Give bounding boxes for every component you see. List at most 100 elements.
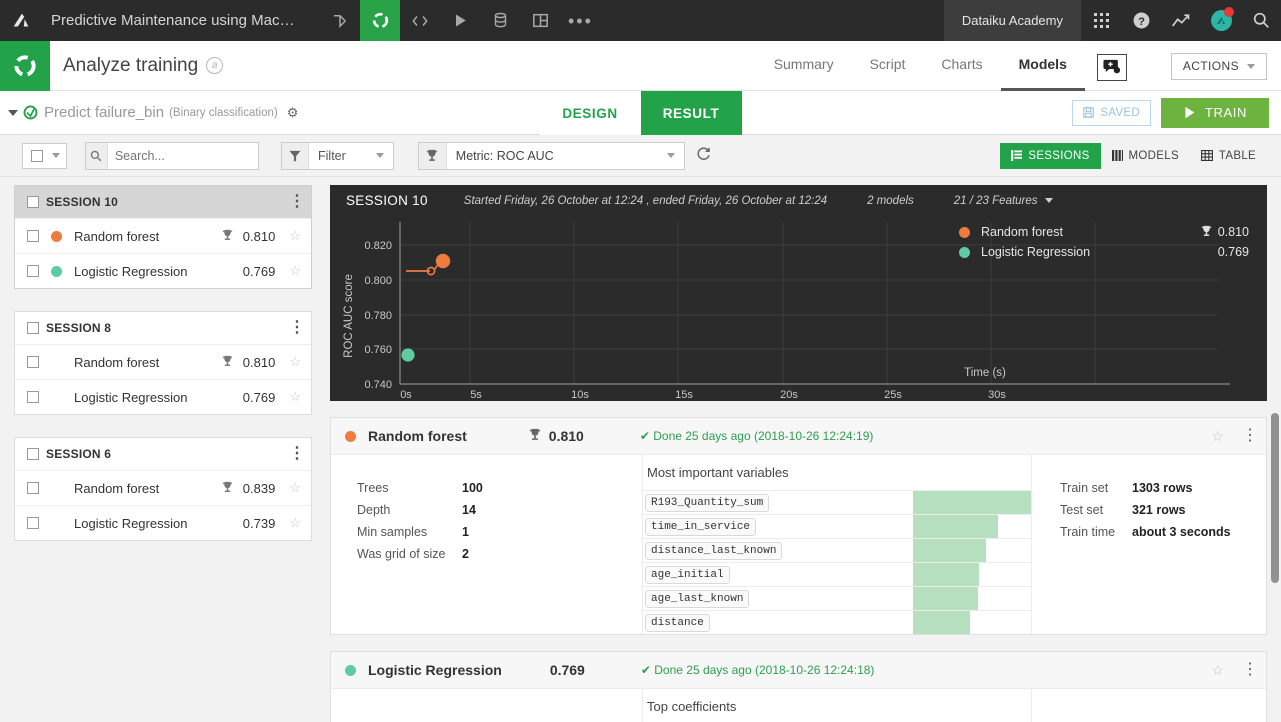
model-score: 0.839 <box>242 480 276 496</box>
session-features-label: 21 / 23 Features <box>953 194 1038 207</box>
star-icon[interactable]: ☆ <box>289 389 301 405</box>
star-icon[interactable]: ☆ <box>1211 428 1224 445</box>
activity-icon[interactable] <box>1161 0 1201 41</box>
model-checkbox[interactable] <box>27 265 39 277</box>
model-card-body: Top coefficients R446_Quantity_sum <box>331 689 1266 722</box>
session-checkbox[interactable] <box>27 196 39 208</box>
star-icon[interactable]: ☆ <box>1211 662 1224 679</box>
star-icon[interactable]: ☆ <box>289 263 301 279</box>
chevron-down-icon[interactable] <box>8 109 18 116</box>
list-item[interactable]: Random forest 0.810 ☆ <box>15 344 311 379</box>
svg-text:0.780: 0.780 <box>364 310 392 322</box>
list-item[interactable]: Logistic Regression 0.739 ☆ <box>15 505 311 540</box>
select-all-checkbox[interactable] <box>31 149 43 162</box>
dashboard-icon[interactable] <box>520 0 560 41</box>
session-detail-panel: SESSION 10 Started Friday, 26 October at… <box>322 177 1281 722</box>
academy-link[interactable]: Dataiku Academy <box>943 0 1081 41</box>
stat-row: Test set 321 rows <box>1060 499 1266 521</box>
model-card: Random forest 0.810 ✔ Done 25 days ago (… <box>330 417 1267 635</box>
search-icon[interactable] <box>1241 0 1281 41</box>
session-header[interactable]: SESSION 8 ⋮ <box>15 312 311 344</box>
list-item[interactable]: Random forest 0.810 ☆ <box>15 218 311 253</box>
lab-icon[interactable] <box>360 0 401 41</box>
saved-button[interactable]: SAVED <box>1072 99 1151 126</box>
help-icon[interactable]: ? <box>1121 0 1161 41</box>
grid-icon <box>1111 150 1123 161</box>
session-checkbox[interactable] <box>27 322 39 334</box>
view-models-button[interactable]: MODELS <box>1100 142 1190 169</box>
model-checkbox[interactable] <box>27 391 39 403</box>
model-card-header[interactable]: Logistic Regression 0.769 ✔ Done 25 days… <box>331 652 1266 689</box>
star-icon[interactable]: ☆ <box>289 228 301 244</box>
flow-icon[interactable] <box>320 0 360 41</box>
model-menu-icon[interactable]: ⋮ <box>1242 428 1258 444</box>
model-task-name[interactable]: Predict failure_bin <box>44 104 164 121</box>
filter-dropdown[interactable]: Filter <box>281 141 394 170</box>
lab-section-icon[interactable] <box>0 40 50 91</box>
model-checkbox[interactable] <box>27 482 39 494</box>
topbar-right-group: Dataiku Academy ? <box>943 0 1281 41</box>
variable-name: time_in_service <box>645 517 757 536</box>
variables-title: Top coefficients <box>647 699 737 714</box>
star-icon[interactable]: ☆ <box>289 515 301 531</box>
legend-item[interactable]: Random forest 0.810 <box>959 222 1249 242</box>
model-menu-icon[interactable]: ⋮ <box>1242 662 1258 678</box>
star-icon[interactable]: ☆ <box>289 480 301 496</box>
tab-charts[interactable]: Charts <box>923 41 1000 91</box>
star-icon[interactable]: ☆ <box>289 354 301 370</box>
session-menu-icon[interactable]: ⋮ <box>289 194 305 210</box>
actions-button[interactable]: ACTIONS <box>1170 52 1267 80</box>
play-icon[interactable] <box>440 0 480 41</box>
dataiku-home-icon[interactable] <box>0 0 41 41</box>
tab-script[interactable]: Script <box>852 41 924 91</box>
project-title[interactable]: Predictive Maintenance using Mac… <box>51 12 294 29</box>
chevron-down-icon <box>1044 198 1053 203</box>
view-table-button[interactable]: TABLE <box>1189 142 1267 169</box>
jobs-icon[interactable] <box>480 0 520 41</box>
model-checkbox[interactable] <box>27 517 39 529</box>
model-score: 0.769 <box>242 389 276 405</box>
model-card-header[interactable]: Random forest 0.810 ✔ Done 25 days ago (… <box>331 418 1266 455</box>
vertical-scrollbar[interactable] <box>1271 413 1279 583</box>
svg-text:10s: 10s <box>571 389 589 401</box>
stat-key: Test set <box>1060 503 1104 517</box>
session-menu-icon[interactable]: ⋮ <box>289 446 305 462</box>
legend-item[interactable]: Logistic Regression 0.769 <box>959 242 1249 262</box>
session-menu-icon[interactable]: ⋮ <box>289 320 305 336</box>
session-dates: Started Friday, 26 October at 12:24 , en… <box>463 194 828 207</box>
param-value: 1 <box>462 525 469 539</box>
param-row: Depth 14 <box>357 499 642 521</box>
gear-icon[interactable]: ⚙ <box>287 105 299 121</box>
info-icon[interactable]: a <box>206 57 224 74</box>
search-box[interactable] <box>85 141 259 170</box>
variable-bar <box>913 539 987 562</box>
tab-models[interactable]: Models <box>1000 41 1085 91</box>
search-icon <box>86 142 108 169</box>
view-sessions-button[interactable]: SESSIONS <box>1000 142 1101 169</box>
param-row: Was grid of size 2 <box>357 543 642 565</box>
session-features-dropdown[interactable]: 21 / 23 Features <box>954 195 1053 207</box>
apps-grid-icon[interactable] <box>1081 0 1121 41</box>
discussions-icon[interactable] <box>1096 53 1127 81</box>
search-input[interactable] <box>107 148 258 163</box>
refresh-icon[interactable] <box>696 146 711 165</box>
train-button[interactable]: TRAIN <box>1161 97 1269 128</box>
list-item[interactable]: Logistic Regression 0.769 ☆ <box>15 379 311 414</box>
avatar[interactable] <box>1201 0 1241 41</box>
top-navigation-bar: Predictive Maintenance using Mac… ••• Da… <box>0 0 1281 41</box>
tab-design[interactable]: DESIGN <box>539 91 641 135</box>
more-icon[interactable]: ••• <box>560 0 600 41</box>
session-header[interactable]: SESSION 10 ⋮ <box>15 186 311 218</box>
svg-text:0.800: 0.800 <box>364 275 392 287</box>
model-checkbox[interactable] <box>27 356 39 368</box>
session-header[interactable]: SESSION 6 ⋮ <box>15 438 311 470</box>
select-all-dropdown[interactable] <box>22 142 67 169</box>
list-item[interactable]: Random forest 0.839 ☆ <box>15 470 311 505</box>
tab-result[interactable]: RESULT <box>640 91 742 135</box>
tab-summary[interactable]: Summary <box>756 41 852 91</box>
model-checkbox[interactable] <box>27 230 39 242</box>
code-icon[interactable] <box>400 0 440 41</box>
session-checkbox[interactable] <box>27 448 39 460</box>
list-item[interactable]: Logistic Regression 0.769 ☆ <box>15 253 311 288</box>
metric-dropdown[interactable]: Metric: ROC AUC <box>417 141 685 170</box>
